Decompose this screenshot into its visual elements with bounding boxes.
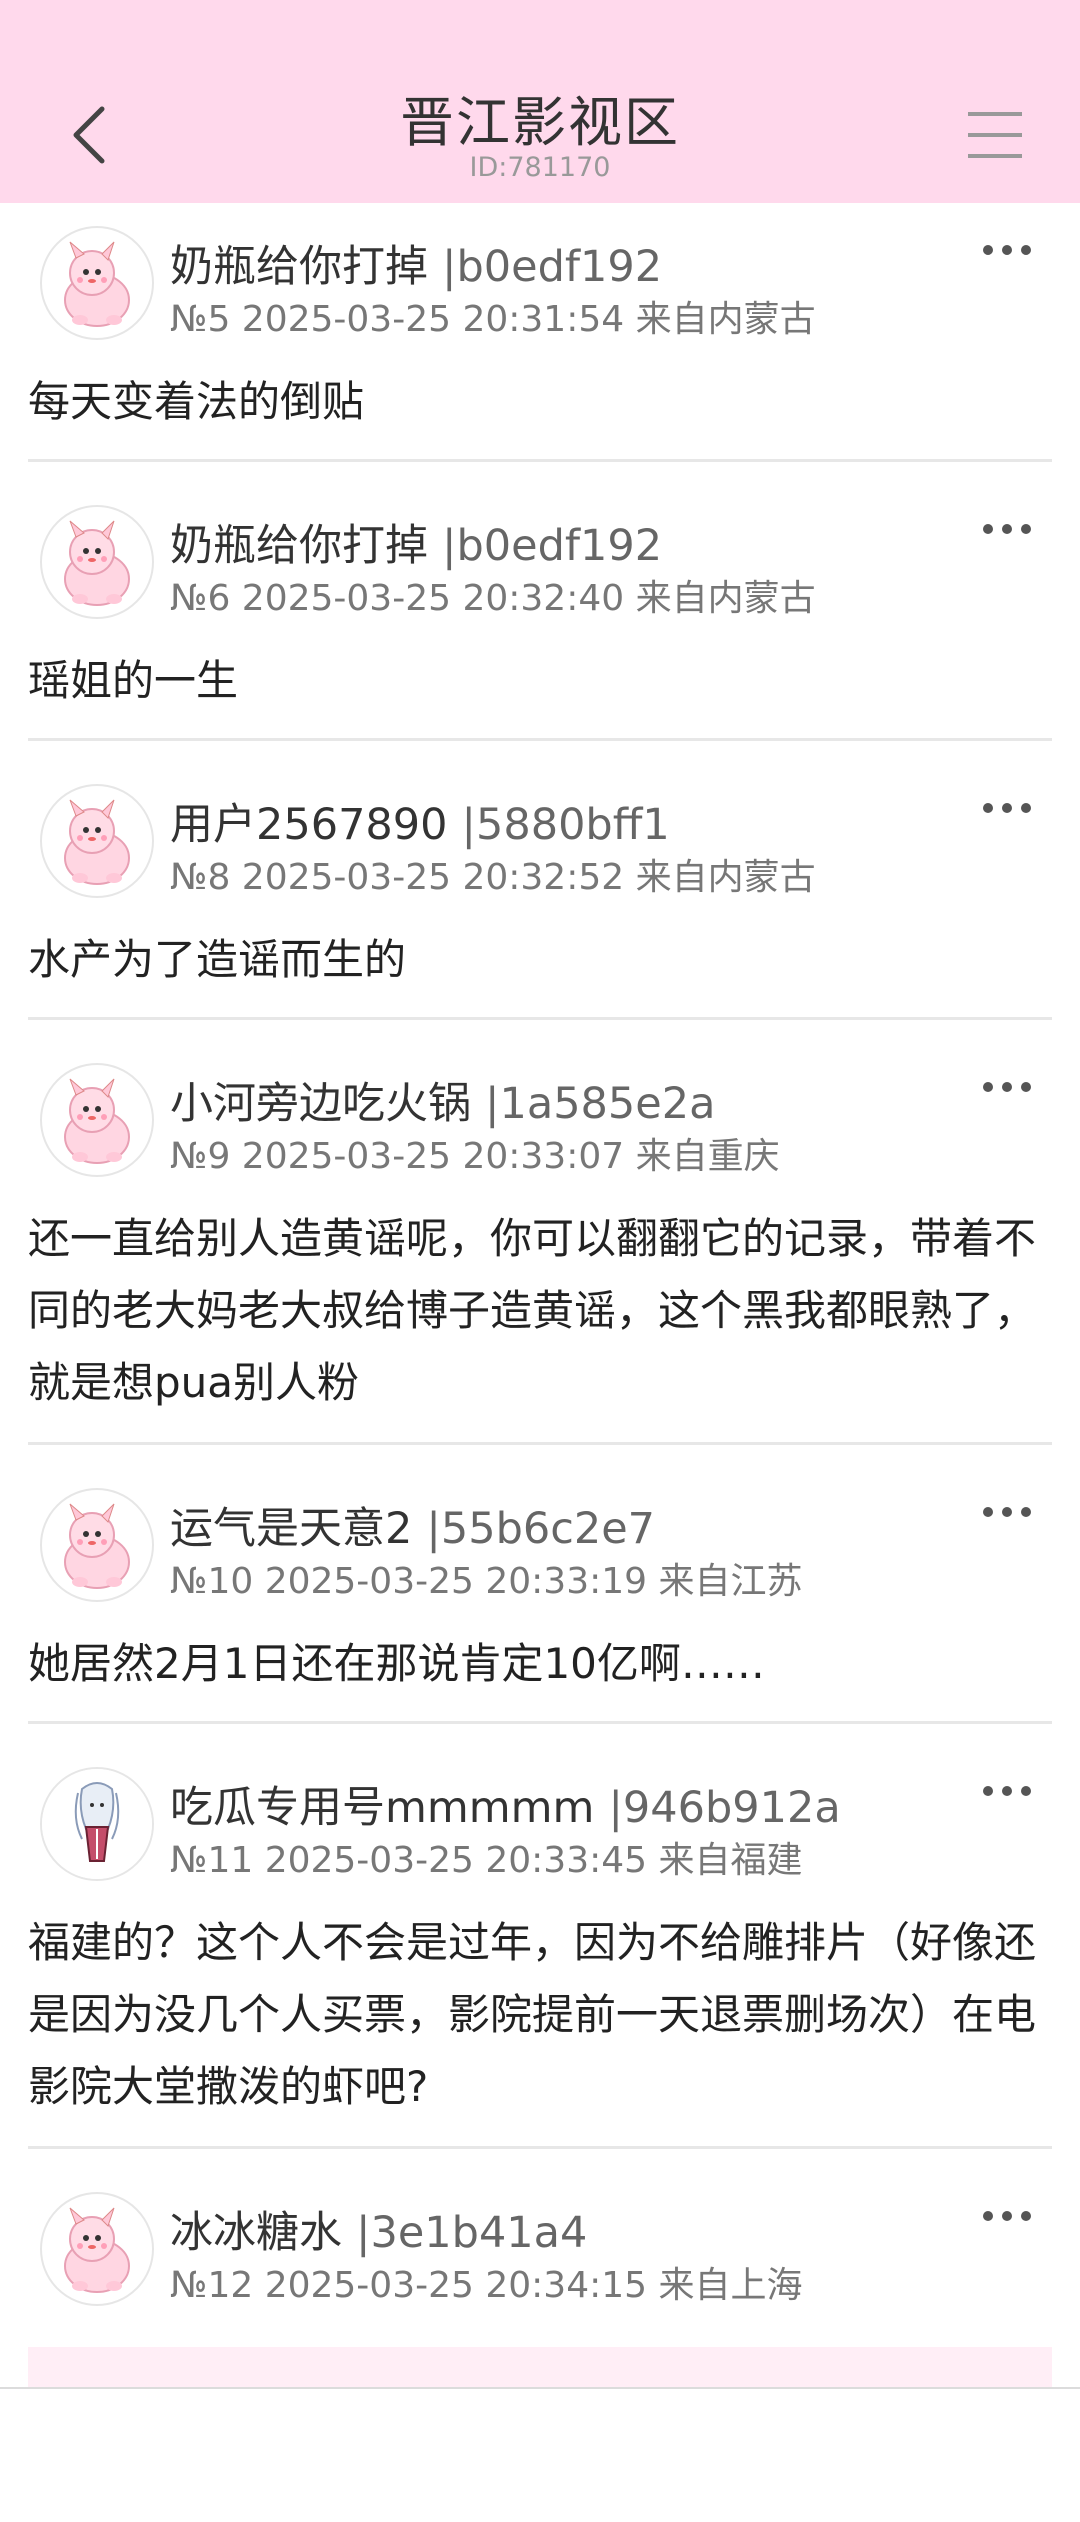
username[interactable]: 用户2567890 — [170, 800, 448, 850]
more-button[interactable] — [982, 1500, 1032, 1524]
post-body: 瑶姐的一生 — [28, 656, 239, 705]
user-id: |b0edf192 — [442, 521, 663, 571]
post-meta: №6 2025-03-25 20:32:40 来自内蒙古 — [170, 578, 816, 619]
pink-pokemon-avatar-icon — [64, 241, 130, 327]
post-meta: №5 2025-03-25 20:31:54 来自内蒙古 — [170, 299, 816, 340]
post-author: 用户2567890 |5880bff1 — [170, 790, 670, 852]
user-id: |946b912a — [608, 1783, 841, 1833]
post-author: 奶瓶给你打掉 |b0edf192 — [170, 232, 662, 294]
more-button[interactable] — [982, 2204, 1032, 2228]
avatar[interactable] — [40, 1767, 154, 1881]
avatar[interactable] — [40, 505, 154, 619]
user-id: |1a585e2a — [485, 1079, 716, 1129]
post-meta: №11 2025-03-25 20:33:45 来自福建 — [170, 1840, 803, 1881]
post-body: 水产为了造谣而生的 — [28, 935, 407, 984]
bottom-bar — [0, 2387, 1080, 2522]
avatar[interactable] — [40, 1063, 154, 1177]
post-meta: №12 2025-03-25 20:34:15 来自上海 — [170, 2265, 803, 2306]
divider — [28, 1017, 1052, 1020]
username[interactable]: 小河旁边吃火锅 — [170, 1079, 471, 1129]
avatar[interactable] — [40, 226, 154, 340]
more-button[interactable] — [982, 238, 1032, 262]
top-header: 晋江影视区 ID:781170 — [0, 0, 1080, 203]
divider — [28, 459, 1052, 462]
pink-pokemon-avatar-icon — [64, 1078, 130, 1164]
more-button[interactable] — [982, 1075, 1032, 1099]
pink-pokemon-avatar-icon — [64, 1503, 130, 1589]
avatar[interactable] — [40, 784, 154, 898]
post-author: 运气是天意2 |55b6c2e7 — [170, 1494, 655, 1556]
divider — [28, 1442, 1052, 1445]
more-dots-icon — [983, 1507, 1031, 1517]
post-author: 吃瓜专用号mmmmm |946b912a — [170, 1773, 841, 1835]
avatar[interactable] — [40, 1488, 154, 1602]
username[interactable]: 运气是天意2 — [170, 1504, 412, 1554]
more-dots-icon — [983, 803, 1031, 813]
user-id: |5880bff1 — [461, 800, 670, 850]
username[interactable]: 奶瓶给你打掉 — [170, 521, 428, 571]
post-body: 她居然2月1日还在那说肯定10亿啊…… — [28, 1639, 765, 1688]
post-meta: №9 2025-03-25 20:33:07 来自重庆 — [170, 1136, 780, 1177]
user-id: |55b6c2e7 — [426, 1504, 656, 1554]
more-dots-icon — [983, 2211, 1031, 2221]
more-button[interactable] — [982, 517, 1032, 541]
username[interactable]: 冰冰糖水 — [170, 2208, 342, 2258]
post-body: 福建的？这个人不会是过年，因为不给雕排片（好像还是因为没几个人买票，影院提前一天… — [28, 1918, 1037, 2111]
post-meta: №8 2025-03-25 20:32:52 来自内蒙古 — [170, 857, 816, 898]
user-id: |3e1b41a4 — [356, 2208, 588, 2258]
divider — [28, 738, 1052, 741]
more-dots-icon — [983, 245, 1031, 255]
next-content-preview — [28, 2347, 1052, 2387]
pink-pokemon-avatar-icon — [64, 2207, 130, 2293]
post-author: 小河旁边吃火锅 |1a585e2a — [170, 1069, 715, 1131]
page-title: 晋江影视区 — [400, 91, 680, 154]
menu-button[interactable] — [965, 110, 1025, 160]
user-id: |b0edf192 — [442, 242, 663, 292]
anime-character-avatar-icon — [42, 1769, 152, 1879]
more-dots-icon — [983, 1082, 1031, 1092]
divider — [28, 1721, 1052, 1724]
more-dots-icon — [983, 524, 1031, 534]
more-button[interactable] — [982, 796, 1032, 820]
avatar[interactable] — [40, 2192, 154, 2306]
post-author: 冰冰糖水 |3e1b41a4 — [170, 2198, 587, 2260]
username[interactable]: 奶瓶给你打掉 — [170, 242, 428, 292]
pink-pokemon-avatar-icon — [64, 799, 130, 885]
hamburger-menu-icon — [968, 112, 1022, 158]
more-button[interactable] — [982, 1779, 1032, 1803]
username[interactable]: 吃瓜专用号mmmmm — [170, 1783, 594, 1833]
divider — [28, 2146, 1052, 2149]
post-meta: №10 2025-03-25 20:33:19 来自江苏 — [170, 1561, 803, 1602]
post-body: 还一直给别人造黄谣呢，你可以翻翻它的记录，带着不同的老大妈老大叔给博子造黄谣，这… — [28, 1214, 1037, 1407]
post-body: 每天变着法的倒贴 — [28, 377, 365, 426]
more-dots-icon — [983, 1786, 1031, 1796]
pink-pokemon-avatar-icon — [64, 520, 130, 606]
post-author: 奶瓶给你打掉 |b0edf192 — [170, 511, 662, 573]
forum-id: ID:781170 — [469, 152, 611, 183]
